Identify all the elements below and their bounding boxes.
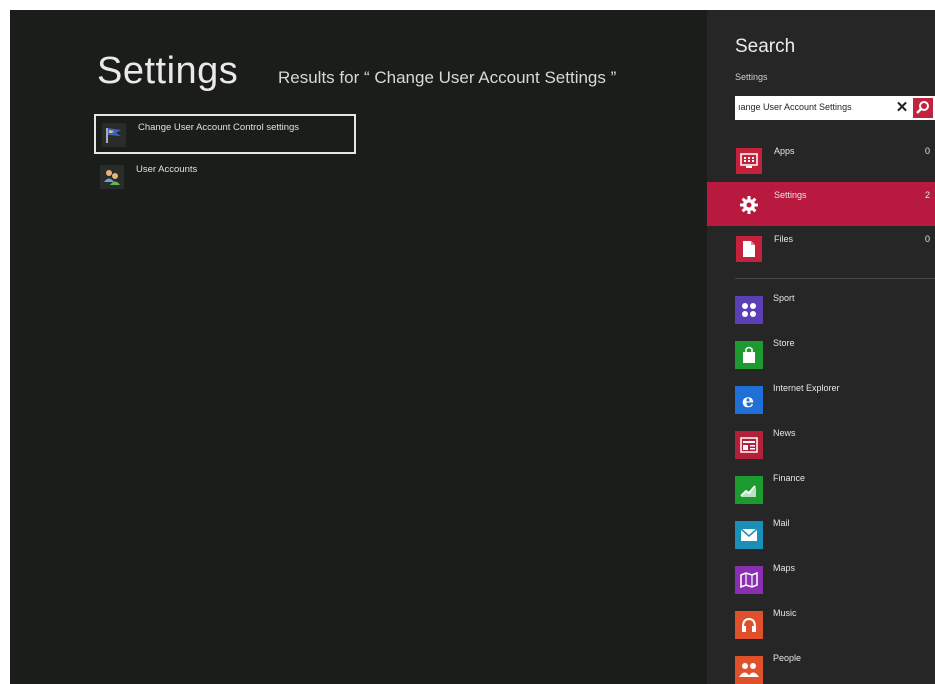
app-label: Mail — [773, 518, 790, 528]
users-icon — [100, 165, 124, 189]
search-scope-label: Settings — [735, 72, 768, 82]
search-icon — [916, 101, 929, 114]
mail-icon — [735, 521, 763, 549]
search-pane-title: Search — [735, 36, 796, 57]
svg-text:e: e — [742, 390, 754, 410]
category-count: 0 — [924, 234, 930, 244]
pane-divider — [735, 278, 935, 279]
app-label: News — [773, 428, 796, 438]
app-sport[interactable]: Sport — [707, 290, 935, 335]
search-category-files[interactable]: Files 0 — [707, 226, 935, 270]
app-finance[interactable]: Finance — [707, 470, 935, 515]
uac-flag-icon — [102, 123, 126, 147]
search-query-text: ıange User Account Settings — [738, 102, 852, 112]
app-label: Maps — [773, 563, 796, 573]
search-category-settings[interactable]: Settings 2 — [707, 182, 935, 226]
app-mail[interactable]: Mail — [707, 515, 935, 560]
app-music[interactable]: Music — [707, 605, 935, 650]
result-change-uac-settings[interactable]: Change User Account Control settings — [94, 114, 356, 154]
app-label: Store — [773, 338, 795, 348]
app-internet-explorer[interactable]: e Internet Explorer — [707, 380, 935, 425]
results-heading: Results for “ Change User Account Settin… — [278, 68, 617, 87]
app-label: Sport — [773, 293, 795, 303]
results-area: Settings Results for “ Change User Accou… — [10, 10, 707, 684]
app-maps[interactable]: Maps — [707, 560, 935, 605]
maps-icon — [735, 566, 763, 594]
ie-icon: e — [735, 386, 763, 414]
clear-icon[interactable]: ✕ — [893, 98, 911, 118]
metro-screen: Settings Results for “ Change User Accou… — [10, 10, 935, 684]
apps-icon — [736, 148, 762, 174]
finance-icon — [735, 476, 763, 504]
page-title: Settings — [97, 50, 239, 92]
category-count: 0 — [924, 146, 930, 156]
category-label: Files — [774, 234, 794, 244]
app-store[interactable]: Store — [707, 335, 935, 380]
app-news[interactable]: News — [707, 425, 935, 470]
category-count: 2 — [924, 190, 930, 200]
category-label: Apps — [774, 146, 795, 156]
gear-icon — [736, 192, 762, 218]
search-category-apps[interactable]: Apps 0 — [707, 138, 935, 182]
news-icon — [735, 431, 763, 459]
people-icon — [735, 656, 763, 684]
result-label: User Accounts — [136, 164, 198, 175]
sport-icon — [735, 296, 763, 324]
music-icon — [735, 611, 763, 639]
store-icon — [735, 341, 763, 369]
app-label: Internet Explorer — [773, 383, 840, 393]
search-input[interactable]: ıange User Account Settings ✕ — [735, 96, 935, 120]
app-people[interactable]: People — [707, 650, 935, 684]
app-label: Music — [773, 608, 797, 618]
result-label: Change User Account Control settings — [138, 122, 300, 133]
file-icon — [736, 236, 762, 262]
result-user-accounts[interactable]: User Accounts — [94, 158, 356, 198]
search-button[interactable] — [913, 98, 933, 118]
app-label: Finance — [773, 473, 806, 483]
category-label: Settings — [774, 190, 807, 200]
search-charm-pane: Search Settings ıange User Account Setti… — [707, 10, 935, 684]
app-label: People — [773, 653, 802, 663]
